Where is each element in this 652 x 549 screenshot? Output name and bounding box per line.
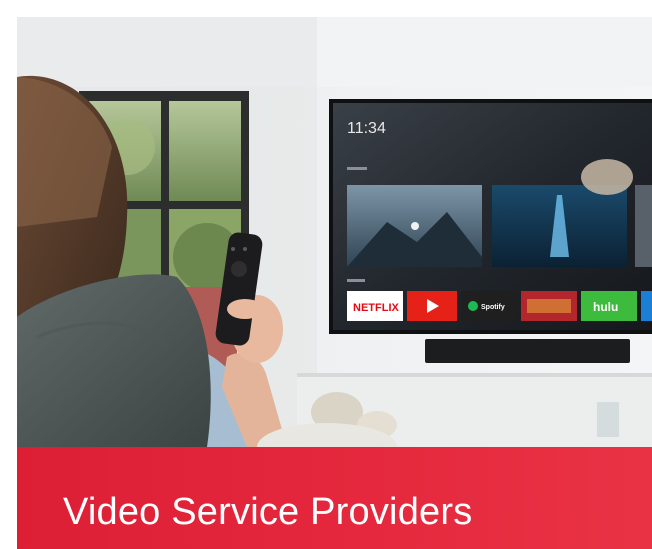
- svg-text:NETFLIX: NETFLIX: [353, 302, 399, 314]
- television: 11:34 NETFLIX Spotify hulu: [329, 99, 652, 334]
- promo-card[interactable]: 11:34 NETFLIX Spotify hulu Video Service…: [17, 17, 652, 549]
- svg-text:hulu: hulu: [593, 300, 618, 314]
- apps-row: NETFLIX Spotify hulu: [347, 291, 652, 321]
- tv-clock: 11:34: [347, 120, 386, 137]
- title-banner[interactable]: Video Service Providers: [17, 447, 652, 549]
- banner-title: Video Service Providers: [63, 491, 473, 533]
- glass: [597, 402, 619, 437]
- hero-photo: 11:34 NETFLIX Spotify hulu: [17, 17, 652, 447]
- soundbar: [425, 339, 630, 363]
- app-tile-extra: [641, 291, 652, 321]
- svg-text:Spotify: Spotify: [481, 304, 505, 311]
